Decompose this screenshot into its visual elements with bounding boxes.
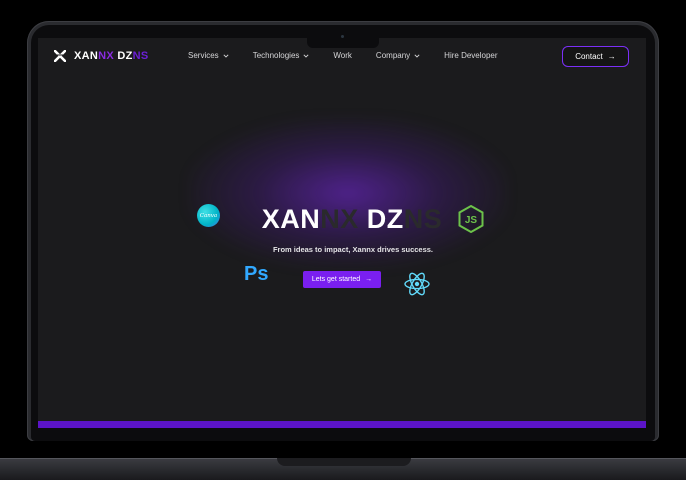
- nodejs-icon: JS: [458, 205, 484, 233]
- chevron-down-icon: [303, 53, 309, 58]
- laptop-screen: XANNX DZNS Services Technologies Work Co…: [38, 38, 646, 428]
- canva-icon: Canva: [197, 204, 220, 227]
- chevron-down-icon: [414, 53, 420, 58]
- hero-title: XAN NX DZ NS: [261, 204, 443, 234]
- menu-item-work[interactable]: Work: [333, 51, 352, 60]
- laptop-base-notch: [277, 458, 411, 466]
- menu-item-services[interactable]: Services: [188, 51, 229, 60]
- camera-notch: [307, 30, 379, 48]
- photoshop-icon: Ps: [244, 263, 269, 285]
- svg-text:JS: JS: [465, 215, 478, 226]
- arrow-right-icon: →: [607, 52, 616, 61]
- menu-item-hire-developer[interactable]: Hire Developer: [444, 51, 497, 60]
- contact-button[interactable]: Contact →: [562, 46, 629, 67]
- react-icon: [404, 272, 430, 296]
- arrow-right-icon: →: [365, 276, 373, 283]
- camera-icon: [341, 35, 344, 38]
- brand-logo[interactable]: XANNX DZNS: [54, 47, 149, 65]
- brand-name: XANNX DZNS: [74, 50, 149, 62]
- brand-mark-icon: [54, 50, 66, 62]
- hero-subtitle: From ideas to impact, Xannx drives succe…: [272, 245, 434, 254]
- menu-item-company[interactable]: Company: [376, 51, 420, 60]
- menu-item-technologies[interactable]: Technologies: [253, 51, 310, 60]
- footer-accent-bar: [38, 421, 646, 428]
- get-started-button[interactable]: Lets get started →: [303, 271, 381, 288]
- stage: XANNX DZNS Services Technologies Work Co…: [0, 0, 686, 480]
- main-menu: Services Technologies Work Company Hire …: [188, 51, 522, 60]
- chevron-down-icon: [223, 53, 229, 58]
